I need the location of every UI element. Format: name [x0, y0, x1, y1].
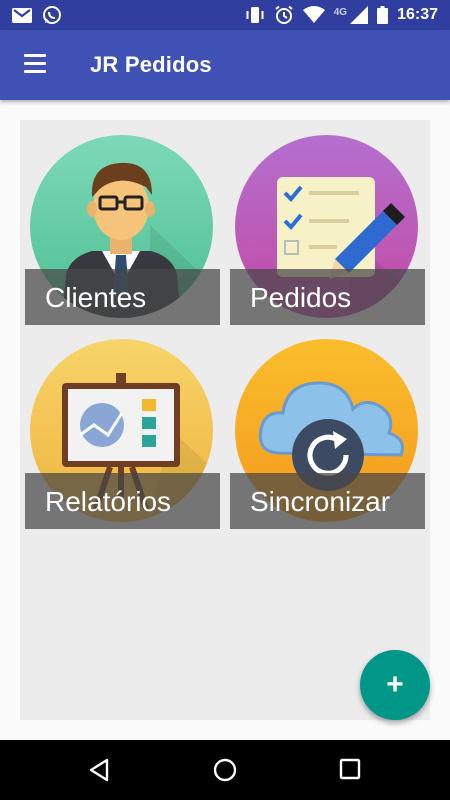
add-button[interactable]: +	[360, 650, 430, 720]
wifi-icon	[302, 6, 325, 24]
menu-grid: Clientes Pedidos Relatórios Sincronizar	[20, 120, 430, 720]
tile-clientes[interactable]: Clientes	[25, 135, 220, 325]
navigation-bar	[0, 740, 450, 800]
app-bar: JR Pedidos	[0, 30, 450, 100]
app-title: JR Pedidos	[90, 52, 212, 77]
tile-label: Clientes	[45, 282, 147, 313]
signal-icon	[350, 6, 369, 24]
alarm-icon	[274, 5, 294, 25]
network-type: 4G	[333, 6, 348, 18]
clock: 16:37	[397, 6, 438, 23]
tile-label-bar: Sincronizar	[230, 473, 425, 529]
tile-label: Sincronizar	[250, 486, 391, 517]
vibrate-icon	[245, 6, 265, 24]
status-bar: 4G 16:37	[0, 0, 450, 30]
hamburger-menu-icon[interactable]	[14, 54, 56, 78]
gmail-icon	[12, 7, 32, 23]
whatsapp-icon	[42, 5, 62, 25]
tile-relatorios[interactable]: Relatórios	[25, 339, 220, 529]
recents-icon[interactable]	[339, 758, 361, 785]
tile-pedidos[interactable]: Pedidos	[230, 135, 425, 325]
tile-label-bar: Relatórios	[25, 473, 220, 529]
tile-label-bar: Pedidos	[230, 269, 425, 325]
tile-sincronizar[interactable]: Sincronizar	[230, 339, 425, 529]
battery-icon	[377, 6, 389, 24]
back-icon[interactable]	[88, 758, 110, 787]
tile-label: Relatórios	[45, 486, 172, 517]
tile-label: Pedidos	[250, 282, 352, 313]
tile-label-bar: Clientes	[25, 269, 220, 325]
home-icon[interactable]	[213, 758, 237, 787]
